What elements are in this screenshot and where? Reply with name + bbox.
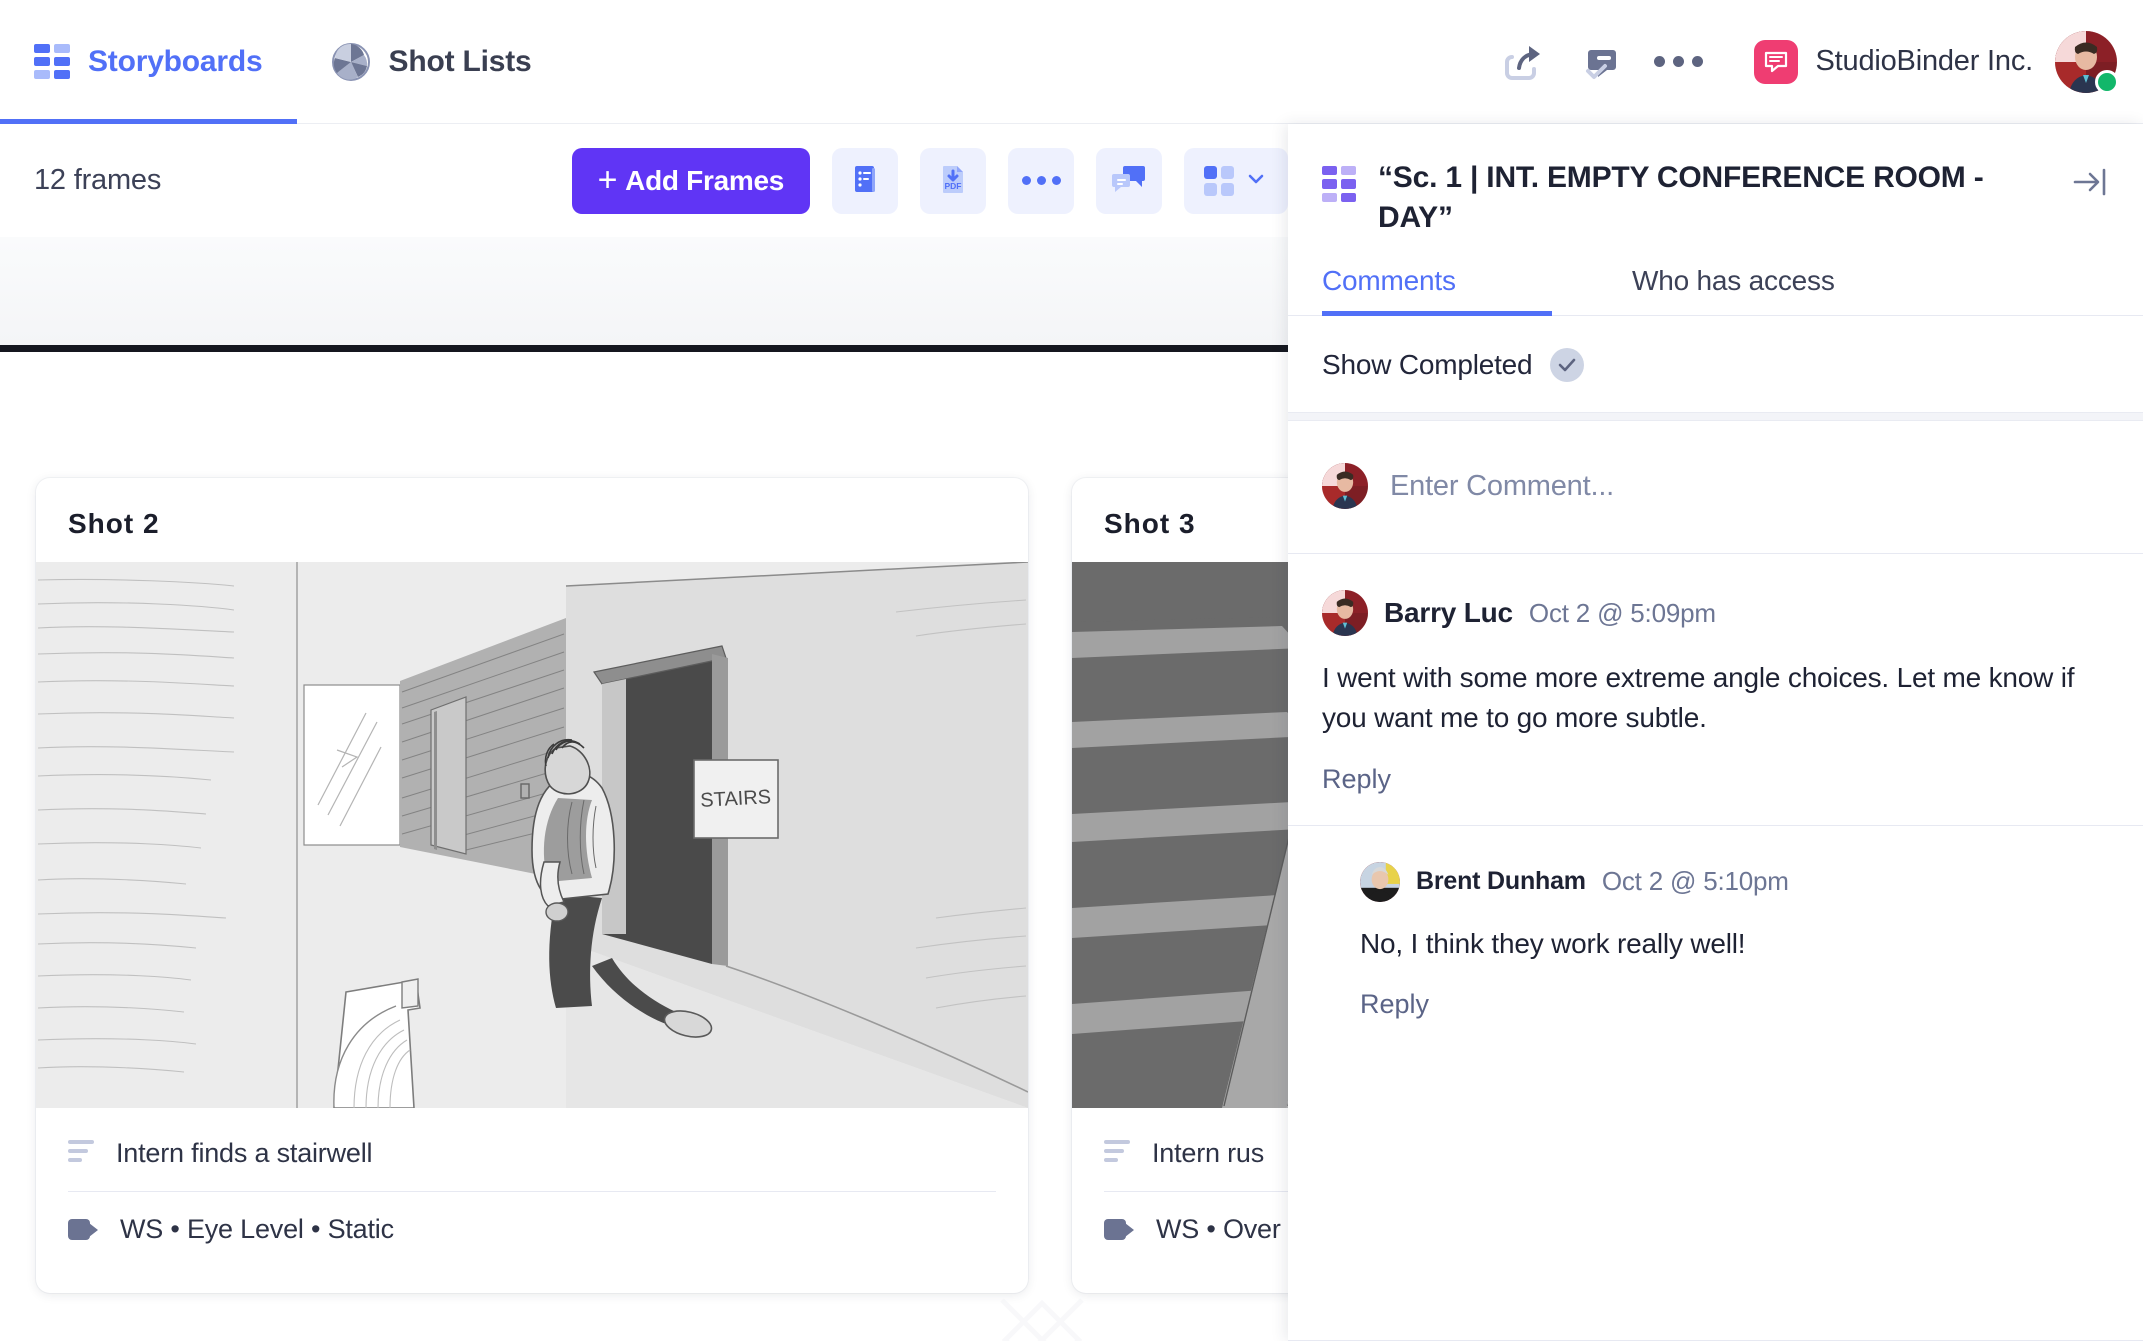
pdf-download-icon: PDF: [936, 162, 970, 199]
reply-button[interactable]: Reply: [1360, 989, 2109, 1020]
shot-card[interactable]: Shot 2 STAIRS Intern finds a stairwell W…: [36, 478, 1028, 1293]
tab-who-has-access-label: Who has access: [1632, 265, 1835, 297]
new-comment-row[interactable]: [1288, 421, 2143, 555]
reply-button[interactable]: Reply: [1322, 764, 2109, 795]
shot-specs-row[interactable]: WS • Eye Level • Static: [68, 1191, 996, 1267]
tab-who-has-access[interactable]: Who has access: [1632, 265, 1835, 315]
list-document-icon: [848, 162, 882, 199]
panel-divider: [1288, 412, 2143, 422]
storyboards-grid-icon: [1322, 166, 1356, 202]
nav-tab-storyboards-label: Storyboards: [88, 44, 263, 78]
comment-item: Brent Dunham Oct 2 @ 5:10pm No, I think …: [1288, 826, 2143, 1051]
avatar: [1360, 861, 1400, 902]
comment-item: Barry Luc Oct 2 @ 5:09pm I went with som…: [1288, 554, 2143, 826]
frames-count-label: 12 frames: [34, 164, 162, 196]
comment-author: Brent Dunham: [1416, 867, 1586, 896]
online-status-dot: [2095, 69, 2119, 94]
avatar: [1322, 590, 1368, 637]
board-section-divider: [0, 345, 1288, 352]
nav-tab-storyboards[interactable]: Storyboards: [0, 0, 297, 124]
nav-tab-group: Storyboards Shot Lists: [0, 0, 566, 124]
camera-icon: [1104, 1219, 1134, 1240]
storyboard-frame-image[interactable]: STAIRS: [36, 562, 1028, 1108]
comment-approve-icon[interactable]: [1562, 27, 1640, 97]
shot-description-row[interactable]: Intern finds a stairwell: [68, 1116, 996, 1191]
ellipsis-dots: [1654, 56, 1704, 67]
ellipsis-icon: [1021, 176, 1061, 185]
shot-card-meta: Intern finds a stairwell WS • Eye Level …: [36, 1108, 1028, 1293]
shot-specs: WS • Eye Level • Static: [120, 1214, 394, 1244]
panel-header: “Sc. 1 | INT. EMPTY CONFERENCE ROOM - DA…: [1288, 124, 2143, 237]
plus-icon: +: [597, 160, 618, 199]
board-header-strip: [0, 237, 1288, 345]
chevron-down-icon: [1244, 167, 1268, 194]
more-options-icon[interactable]: [1640, 27, 1718, 97]
svg-text:PDF: PDF: [945, 181, 962, 191]
shot-card-header: Shot 2: [36, 478, 1028, 562]
more-tools-button[interactable]: [1008, 147, 1074, 214]
shot-title: Shot 2: [68, 508, 160, 539]
layout-view-button[interactable]: [1184, 147, 1288, 214]
comments-button[interactable]: [1096, 147, 1162, 214]
description-lines-icon: [1104, 1140, 1130, 1167]
show-completed-label: Show Completed: [1322, 349, 1533, 381]
comment-input[interactable]: [1390, 469, 1990, 503]
panel-title: “Sc. 1 | INT. EMPTY CONFERENCE ROOM - DA…: [1378, 161, 1984, 234]
storyboard-canvas[interactable]: Shot 2 STAIRS Intern finds a stairwell W…: [0, 352, 2064, 1341]
comments-side-panel: “Sc. 1 | INT. EMPTY CONFERENCE ROOM - DA…: [1288, 124, 2143, 1341]
comment-body: No, I think they work really well!: [1360, 927, 1746, 959]
comment-header: Brent Dunham Oct 2 @ 5:10pm: [1360, 861, 2109, 902]
tab-comments[interactable]: Comments: [1322, 265, 1632, 317]
share-icon[interactable]: [1484, 27, 1562, 97]
shot-description: Intern rus: [1152, 1138, 1265, 1168]
shot-description: Intern finds a stairwell: [116, 1138, 373, 1168]
aperture-icon: [331, 42, 371, 82]
shot-list-view-button[interactable]: [832, 147, 898, 214]
avatar: [1322, 463, 1368, 510]
board-toolbar: 12 frames + Add Frames PDF: [0, 124, 1288, 237]
shot-title: Shot 3: [1104, 508, 1196, 539]
canvas-watermark: [982, 1280, 1102, 1341]
storyboards-grid-icon: [34, 43, 70, 80]
check-icon: [1550, 348, 1585, 383]
comment-body: I went with some more extreme angle choi…: [1322, 662, 2075, 733]
collapse-panel-right-icon[interactable]: [2071, 158, 2109, 205]
tab-comments-label: Comments: [1322, 265, 1456, 297]
comment-bubbles-icon: [1111, 163, 1147, 198]
nav-tab-shot-lists-label: Shot Lists: [388, 44, 532, 78]
add-frames-label: Add Frames: [625, 164, 784, 196]
studiobinder-logo-icon: [1753, 39, 1798, 84]
panel-tab-group: Comments Who has access: [1288, 265, 2143, 317]
shot-specs: WS • Over: [1156, 1214, 1281, 1244]
grid-layout-icon: [1204, 165, 1234, 196]
comment-author: Barry Luc: [1384, 597, 1513, 629]
nav-tab-shot-lists[interactable]: Shot Lists: [297, 0, 566, 124]
user-avatar[interactable]: [2055, 30, 2119, 94]
toolbar-actions: + Add Frames PDF: [571, 147, 1288, 214]
app-root: Storyboards Shot Lists StudioBinder Inc.…: [0, 0, 2143, 1341]
add-frames-button[interactable]: + Add Frames: [571, 147, 810, 214]
svg-text:STAIRS: STAIRS: [700, 786, 772, 812]
download-pdf-button[interactable]: PDF: [920, 147, 986, 214]
nav-actions: StudioBinder Inc.: [1484, 27, 2143, 97]
camera-icon: [68, 1219, 98, 1240]
top-navigation-bar: Storyboards Shot Lists StudioBinder Inc.: [0, 0, 2143, 124]
comment-timestamp: Oct 2 @ 5:09pm: [1528, 597, 1716, 628]
comment-timestamp: Oct 2 @ 5:10pm: [1601, 866, 1789, 897]
organization-switcher[interactable]: StudioBinder Inc.: [1753, 39, 2034, 84]
organization-name: StudioBinder Inc.: [1815, 45, 2034, 77]
show-completed-toggle[interactable]: Show Completed: [1288, 316, 2143, 412]
comment-header: Barry Luc Oct 2 @ 5:09pm: [1322, 590, 2109, 637]
description-lines-icon: [68, 1140, 94, 1167]
